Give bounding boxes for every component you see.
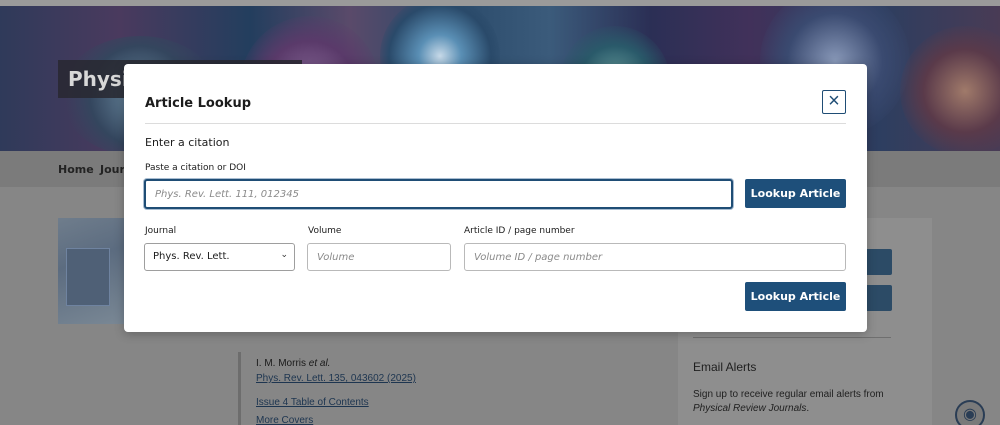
journal-select-value: Phys. Rev. Lett. — [153, 251, 230, 262]
authors-names: I. M. Morris — [256, 358, 306, 369]
sidebar-divider — [693, 337, 891, 338]
article-lookup-modal: Article Lookup × Enter a citation Paste … — [124, 64, 867, 332]
volume-input[interactable] — [307, 243, 451, 271]
article-id-input[interactable] — [464, 243, 846, 271]
article-authors: I. M. Morris et al. — [256, 358, 330, 369]
journal-label: Journal — [145, 226, 177, 236]
close-icon[interactable]: × — [822, 90, 846, 114]
cover-image[interactable] — [58, 218, 124, 324]
modal-title: Article Lookup — [145, 96, 251, 111]
cover-graphic — [66, 248, 110, 306]
email-alerts-heading: Email Alerts — [693, 360, 757, 374]
journal-select[interactable]: Phys. Rev. Lett. ⌄ — [144, 243, 295, 271]
email-text-end: . — [806, 403, 810, 414]
nav-item-home[interactable]: Home — [58, 163, 94, 176]
lookup-article-button-bottom[interactable]: Lookup Article — [745, 282, 846, 311]
modal-divider — [145, 123, 846, 124]
chevron-down-icon: ⌄ — [280, 250, 288, 260]
authors-suffix: et al. — [308, 358, 331, 369]
lookup-article-button[interactable]: Lookup Article — [745, 179, 846, 208]
article-citation-link[interactable]: Phys. Rev. Lett. 135, 043602 (2025) — [256, 373, 416, 384]
volume-label: Volume — [308, 226, 342, 236]
cookie-icon[interactable]: ◉ — [955, 400, 985, 425]
article-rule — [238, 352, 241, 425]
citation-input[interactable] — [144, 179, 733, 209]
section-label: Enter a citation — [145, 136, 230, 149]
citation-label: Paste a citation or DOI — [145, 163, 246, 173]
toc-link[interactable]: Issue 4 Table of Contents — [256, 397, 369, 408]
email-text: Sign up to receive regular email alerts … — [693, 389, 884, 400]
email-text-journals: Physical Review Journals — [693, 403, 807, 414]
article-id-label: Article ID / page number — [464, 226, 575, 236]
more-covers-link[interactable]: More Covers — [256, 415, 313, 425]
email-alerts-text: Sign up to receive regular email alerts … — [693, 388, 893, 416]
